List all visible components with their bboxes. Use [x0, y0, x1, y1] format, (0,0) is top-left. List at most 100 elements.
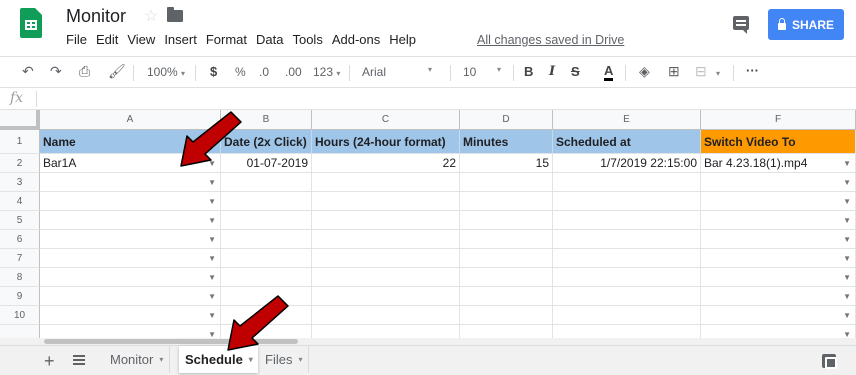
- empty-cell[interactable]: ▼: [40, 249, 221, 268]
- dropdown-arrow-icon[interactable]: ▼: [208, 325, 216, 338]
- empty-cell[interactable]: [460, 192, 553, 211]
- comments-icon[interactable]: [733, 16, 749, 34]
- all-sheets-icon[interactable]: [73, 355, 85, 365]
- empty-cell[interactable]: [553, 268, 701, 287]
- empty-cell[interactable]: [553, 192, 701, 211]
- empty-cell[interactable]: ▼: [701, 287, 856, 306]
- empty-cell[interactable]: ▼: [701, 173, 856, 192]
- print-icon[interactable]: ⎙: [79, 63, 90, 80]
- empty-cell[interactable]: [460, 268, 553, 287]
- empty-cell[interactable]: [312, 230, 460, 249]
- dropdown-arrow-icon[interactable]: ▼: [843, 211, 851, 229]
- empty-cell[interactable]: [553, 287, 701, 306]
- empty-cell[interactable]: ▼: [40, 192, 221, 211]
- merge-dropdown[interactable]: ▾: [716, 65, 720, 79]
- row-header-8[interactable]: 8: [0, 268, 40, 287]
- decrease-decimal-button[interactable]: .0: [259, 65, 269, 79]
- empty-cell[interactable]: ▼: [701, 325, 856, 338]
- undo-icon[interactable]: ↶: [22, 63, 34, 80]
- empty-cell[interactable]: [460, 325, 553, 338]
- cell-d1[interactable]: Minutes: [460, 130, 553, 154]
- empty-cell[interactable]: [460, 287, 553, 306]
- chevron-down-icon[interactable]: ▾: [298, 355, 302, 364]
- dropdown-arrow-icon[interactable]: ▼: [843, 268, 851, 286]
- empty-cell[interactable]: ▼: [701, 268, 856, 287]
- empty-cell[interactable]: ▼: [40, 173, 221, 192]
- column-header-e[interactable]: E: [553, 110, 701, 130]
- empty-cell[interactable]: [312, 287, 460, 306]
- menu-edit[interactable]: Edit: [92, 32, 122, 47]
- folder-icon[interactable]: [167, 7, 183, 22]
- row-header-3[interactable]: 3: [0, 173, 40, 192]
- redo-icon[interactable]: ↷: [50, 63, 62, 80]
- dropdown-arrow-icon[interactable]: ▼: [208, 306, 216, 324]
- menu-view[interactable]: View: [123, 32, 159, 47]
- strikethrough-button[interactable]: S: [571, 64, 580, 79]
- empty-cell[interactable]: ▼: [40, 230, 221, 249]
- row-header-11[interactable]: [0, 325, 40, 338]
- increase-decimal-button[interactable]: .00: [285, 65, 302, 79]
- percent-format-button[interactable]: %: [235, 65, 246, 79]
- menu-insert[interactable]: Insert: [160, 32, 201, 47]
- chevron-down-icon[interactable]: ▾: [159, 355, 163, 364]
- select-all-corner[interactable]: [0, 110, 40, 130]
- explore-icon[interactable]: [822, 354, 837, 369]
- empty-cell[interactable]: [221, 249, 312, 268]
- empty-cell[interactable]: ▼: [40, 287, 221, 306]
- empty-cell[interactable]: [553, 230, 701, 249]
- empty-cell[interactable]: [312, 325, 460, 338]
- cell-c1[interactable]: Hours (24-hour format): [312, 130, 460, 154]
- share-button[interactable]: SHARE: [768, 9, 844, 40]
- menu-add-ons[interactable]: Add-ons: [328, 32, 384, 47]
- horizontal-scrollbar[interactable]: [0, 338, 856, 345]
- empty-cell[interactable]: ▼: [701, 192, 856, 211]
- dropdown-arrow-icon[interactable]: ▼: [208, 249, 216, 267]
- dropdown-arrow-icon[interactable]: ▼: [208, 192, 216, 210]
- empty-cell[interactable]: [553, 249, 701, 268]
- empty-cell[interactable]: [553, 173, 701, 192]
- cell-c2[interactable]: 22: [312, 154, 460, 173]
- empty-cell[interactable]: [221, 230, 312, 249]
- add-sheet-icon[interactable]: +: [44, 351, 55, 372]
- column-header-c[interactable]: C: [312, 110, 460, 130]
- sheets-logo-icon[interactable]: [20, 8, 42, 38]
- empty-cell[interactable]: [460, 173, 553, 192]
- row-header-7[interactable]: 7: [0, 249, 40, 268]
- star-icon[interactable]: ☆: [144, 6, 158, 26]
- text-color-button[interactable]: A: [604, 64, 614, 81]
- font-select[interactable]: Arial ▾: [362, 65, 442, 79]
- cell-f1[interactable]: Switch Video To: [701, 130, 856, 154]
- dropdown-arrow-icon[interactable]: ▼: [208, 211, 216, 229]
- paint-format-icon[interactable]: 🖌: [108, 63, 126, 80]
- empty-cell[interactable]: [312, 192, 460, 211]
- empty-cell[interactable]: [312, 268, 460, 287]
- dropdown-arrow-icon[interactable]: ▼: [843, 173, 851, 191]
- empty-cell[interactable]: ▼: [701, 306, 856, 325]
- dropdown-arrow-icon[interactable]: ▼: [208, 173, 216, 191]
- empty-cell[interactable]: [460, 211, 553, 230]
- empty-cell[interactable]: ▼: [701, 211, 856, 230]
- cell-e1[interactable]: Scheduled at: [553, 130, 701, 154]
- dropdown-arrow-icon[interactable]: ▼: [843, 192, 851, 210]
- empty-cell[interactable]: [221, 173, 312, 192]
- empty-cell[interactable]: [312, 211, 460, 230]
- empty-cell[interactable]: ▼: [40, 211, 221, 230]
- more-toolbar-button[interactable]: ···: [746, 63, 759, 78]
- column-header-d[interactable]: D: [460, 110, 553, 130]
- zoom-select[interactable]: 100% ▾: [147, 65, 185, 79]
- dropdown-arrow-icon[interactable]: ▼: [208, 268, 216, 286]
- cell-f2[interactable]: Bar 4.23.18(1).mp4 ▼: [701, 154, 856, 173]
- row-header-6[interactable]: 6: [0, 230, 40, 249]
- empty-cell[interactable]: [460, 230, 553, 249]
- currency-format-button[interactable]: $: [210, 64, 217, 79]
- empty-cell[interactable]: [221, 211, 312, 230]
- row-header-2[interactable]: 2: [0, 154, 40, 173]
- empty-cell[interactable]: [312, 249, 460, 268]
- dropdown-arrow-icon[interactable]: ▼: [208, 287, 216, 305]
- dropdown-arrow-icon[interactable]: ▼: [843, 230, 851, 248]
- italic-button[interactable]: I: [549, 64, 555, 79]
- dropdown-arrow-icon[interactable]: ▼: [843, 325, 851, 338]
- cell-e2[interactable]: 1/7/2019 22:15:00: [553, 154, 701, 173]
- font-size-select[interactable]: 10 ▾: [463, 65, 508, 79]
- empty-cell[interactable]: [221, 192, 312, 211]
